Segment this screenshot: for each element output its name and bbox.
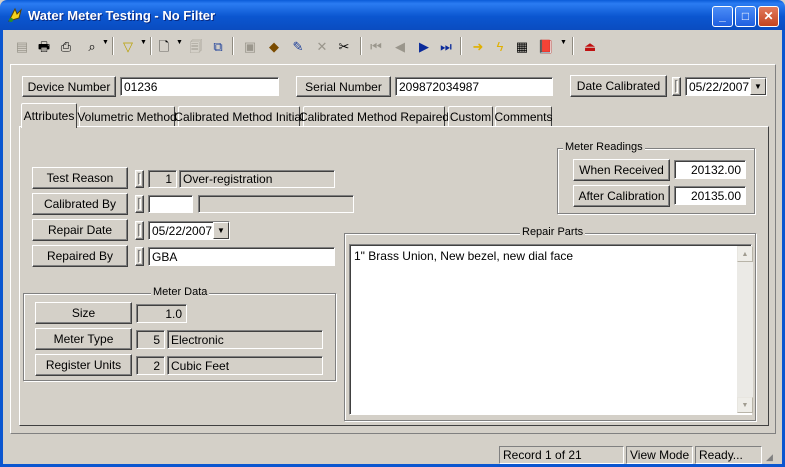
- repair-parts-text: 1" Brass Union, New bezel, new dial face: [354, 249, 574, 263]
- size-field: 1.0: [136, 304, 187, 323]
- first-record-icon[interactable]: ⏮: [366, 36, 386, 56]
- device-number-button[interactable]: Device Number: [22, 76, 116, 97]
- test-reason-button[interactable]: Test Reason: [32, 167, 128, 189]
- meter-type-button[interactable]: Meter Type: [35, 328, 132, 350]
- after-calibration-field[interactable]: 20135.00: [674, 186, 746, 205]
- book-dropdown-icon[interactable]: ▼: [560, 39, 567, 46]
- tab-volumetric-method[interactable]: Volumetric Method: [77, 106, 177, 127]
- minimize-button[interactable]: _: [712, 6, 733, 27]
- repair-parts-scrollbar[interactable]: [737, 246, 753, 413]
- filter-dropdown-icon[interactable]: ▼: [140, 39, 147, 46]
- test-reason-description-field: Over-registration: [179, 170, 335, 188]
- print-preview-icon[interactable]: ⎙: [56, 36, 76, 56]
- tab-calibrated-method-repaired[interactable]: Calibrated Method Repaired: [299, 106, 449, 127]
- toolbar: ▤ 🖶 ⎙ ⌕ ▼ ▽ ▼ 🗋 ▼ 🗐 ⧉ ▣ ◆ ✎ ✕ ✂ ⏮ ◀ ▶ ⏭ …: [8, 33, 606, 59]
- binoculars-dropdown-icon[interactable]: ▼: [102, 39, 109, 46]
- cut-icon[interactable]: ✂: [334, 36, 354, 56]
- meter-type-code-field: 5: [136, 330, 165, 349]
- meter-type-description-field: Electronic: [167, 330, 323, 349]
- test-reason-lookup-handle[interactable]: [135, 170, 144, 188]
- meter-data-title: Meter Data: [151, 286, 210, 298]
- tab-comments[interactable]: Comments: [495, 106, 553, 127]
- scroll-up-icon[interactable]: ▲: [737, 246, 753, 262]
- repaired-by-button[interactable]: Repaired By: [32, 245, 128, 267]
- delete-icon[interactable]: ✕: [312, 36, 332, 56]
- calibrated-by-lookup-handle[interactable]: [135, 195, 144, 213]
- test-reason-code-field: 1: [148, 170, 177, 188]
- serial-number-field[interactable]: 209872034987: [395, 77, 553, 96]
- register-units-button[interactable]: Register Units: [35, 354, 132, 376]
- date-calibrated-dropdown-icon[interactable]: ▼: [750, 78, 766, 95]
- edit-icon[interactable]: ✎: [288, 36, 308, 56]
- calibrated-by-description-field: [198, 195, 354, 213]
- size-button[interactable]: Size: [35, 302, 132, 324]
- register-units-code-field: 2: [136, 356, 165, 375]
- last-record-icon[interactable]: ⏭: [436, 36, 456, 56]
- device-number-field[interactable]: 01236: [120, 77, 279, 96]
- next-record-icon[interactable]: ▶: [414, 36, 434, 56]
- date-calibrated-lookup-handle[interactable]: [672, 77, 681, 96]
- copy-record-icon[interactable]: 🗐: [186, 36, 206, 56]
- flash-icon[interactable]: ϟ: [490, 36, 510, 56]
- meter-readings-title: Meter Readings: [563, 141, 645, 153]
- after-calibration-button[interactable]: After Calibration: [573, 185, 670, 207]
- maximize-button[interactable]: □: [735, 6, 756, 27]
- new-record-dropdown-icon[interactable]: ▼: [176, 39, 183, 46]
- toolbar-separator: [572, 37, 574, 55]
- toolbar-separator: [150, 37, 152, 55]
- toolbar-separator: [232, 37, 234, 55]
- tab-attributes[interactable]: Attributes: [21, 103, 77, 128]
- calibrated-by-code-field[interactable]: [148, 195, 193, 213]
- when-received-field[interactable]: 20132.00: [674, 160, 746, 179]
- repair-date-button[interactable]: Repair Date: [32, 219, 128, 241]
- goto-icon[interactable]: ➜: [468, 36, 488, 56]
- attach-icon[interactable]: ◆: [264, 36, 284, 56]
- repair-parts-title: Repair Parts: [520, 226, 586, 238]
- resize-grip-icon[interactable]: ◢: [766, 450, 780, 464]
- when-received-button[interactable]: When Received: [573, 159, 670, 181]
- tab-calibrated-method-initial[interactable]: Calibrated Method Initial: [174, 106, 304, 127]
- print-icon[interactable]: 🖶: [34, 36, 54, 56]
- tab-custom[interactable]: Custom: [448, 106, 493, 127]
- previous-record-icon[interactable]: ◀: [390, 36, 410, 56]
- duplicate-icon[interactable]: ⧉: [208, 36, 228, 56]
- toolbar-separator: [112, 37, 114, 55]
- register-units-description-field: Cubic Feet: [167, 356, 323, 375]
- book-icon[interactable]: 📕: [536, 36, 556, 56]
- close-button[interactable]: ✕: [758, 6, 779, 27]
- new-record-icon[interactable]: 🗋: [154, 36, 174, 56]
- record-icon[interactable]: ▤: [12, 36, 32, 56]
- save-icon[interactable]: ▣: [240, 36, 260, 56]
- binoculars-icon[interactable]: ⌕: [82, 36, 102, 56]
- repair-date-dropdown-icon[interactable]: ▼: [213, 222, 229, 239]
- exit-icon[interactable]: ⏏: [580, 36, 600, 56]
- repaired-by-lookup-handle[interactable]: [135, 247, 144, 266]
- status-state: Ready...: [695, 446, 762, 464]
- status-mode: View Mode: [626, 446, 693, 464]
- toolbar-separator: [460, 37, 462, 55]
- toolbar-separator: [360, 37, 362, 55]
- serial-number-button[interactable]: Serial Number: [296, 76, 391, 97]
- repair-date-lookup-handle[interactable]: [135, 221, 144, 240]
- report-icon[interactable]: ▦: [512, 36, 532, 56]
- scroll-down-icon[interactable]: ▼: [737, 397, 753, 413]
- repaired-by-field[interactable]: GBA: [148, 247, 335, 266]
- date-calibrated-button[interactable]: Date Calibrated: [570, 75, 667, 97]
- calibrated-by-button[interactable]: Calibrated By: [32, 193, 128, 215]
- app-icon: [6, 6, 24, 24]
- window-title: Water Meter Testing - No Filter: [28, 8, 216, 23]
- filter-icon[interactable]: ▽: [118, 36, 138, 56]
- repair-parts-textarea[interactable]: 1" Brass Union, New bezel, new dial face: [349, 244, 752, 415]
- status-record: Record 1 of 21: [499, 446, 624, 464]
